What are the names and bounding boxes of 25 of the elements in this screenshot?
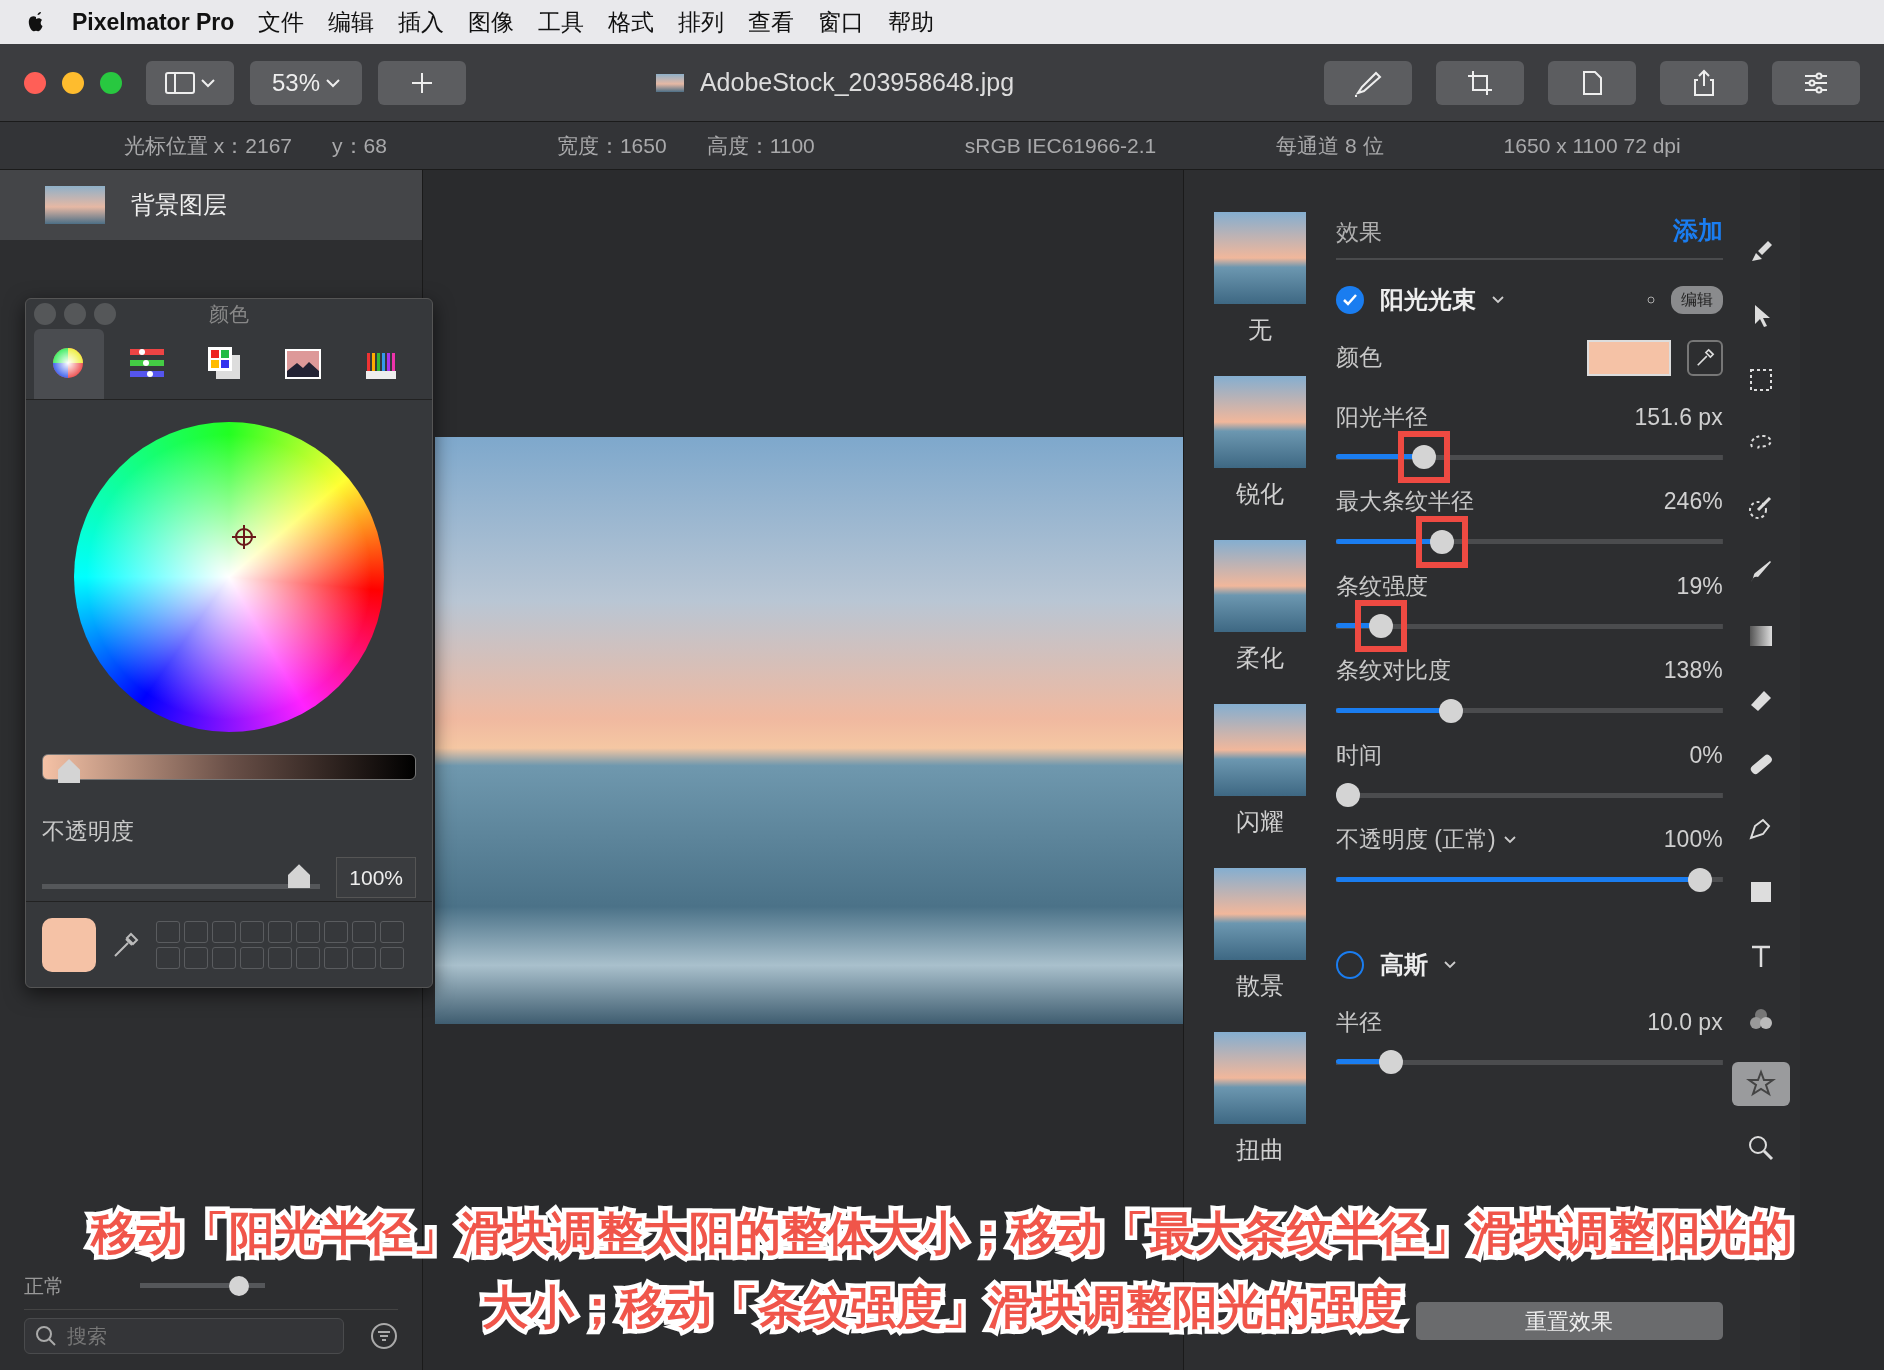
slider-value: 19%: [1676, 571, 1723, 601]
info-text: sRGB IEC61966-2.1: [964, 132, 1157, 159]
slider-label: 阳光半径: [1335, 402, 1428, 432]
slider-label: 半径: [1335, 1007, 1382, 1037]
info-text: 1650 x 1100 72 dpi: [1503, 132, 1681, 159]
slider-label: 条纹强度: [1335, 571, 1428, 601]
slider-value: 100%: [1663, 825, 1723, 854]
info-text: y：68: [332, 132, 387, 159]
document-title: AdobeStock_203958648.jpg: [699, 66, 1015, 98]
slider-value: 10.0 px: [1647, 1007, 1723, 1037]
row-label: 颜色: [1335, 343, 1382, 373]
slider-label: 最大条纹半径: [1335, 487, 1474, 516]
slider-value: 138%: [1663, 656, 1723, 685]
section-title: 效果: [1335, 218, 1382, 247]
info-text: 高度：1100: [706, 132, 815, 159]
info-text: 光标位置 x：2167: [124, 132, 293, 159]
opacity-label: 不透明度: [42, 817, 135, 846]
panel-title: 颜色: [209, 302, 249, 327]
info-text: 宽度：1650: [556, 132, 667, 159]
slider-value: 246%: [1663, 487, 1723, 516]
info-text: 每通道 8 位: [1276, 132, 1384, 159]
slider-label: 条纹对比度: [1335, 656, 1451, 685]
slider-label: 时间: [1335, 740, 1382, 770]
slider-value: 0%: [1689, 740, 1723, 770]
slider-value: 151.6 px: [1634, 402, 1723, 432]
